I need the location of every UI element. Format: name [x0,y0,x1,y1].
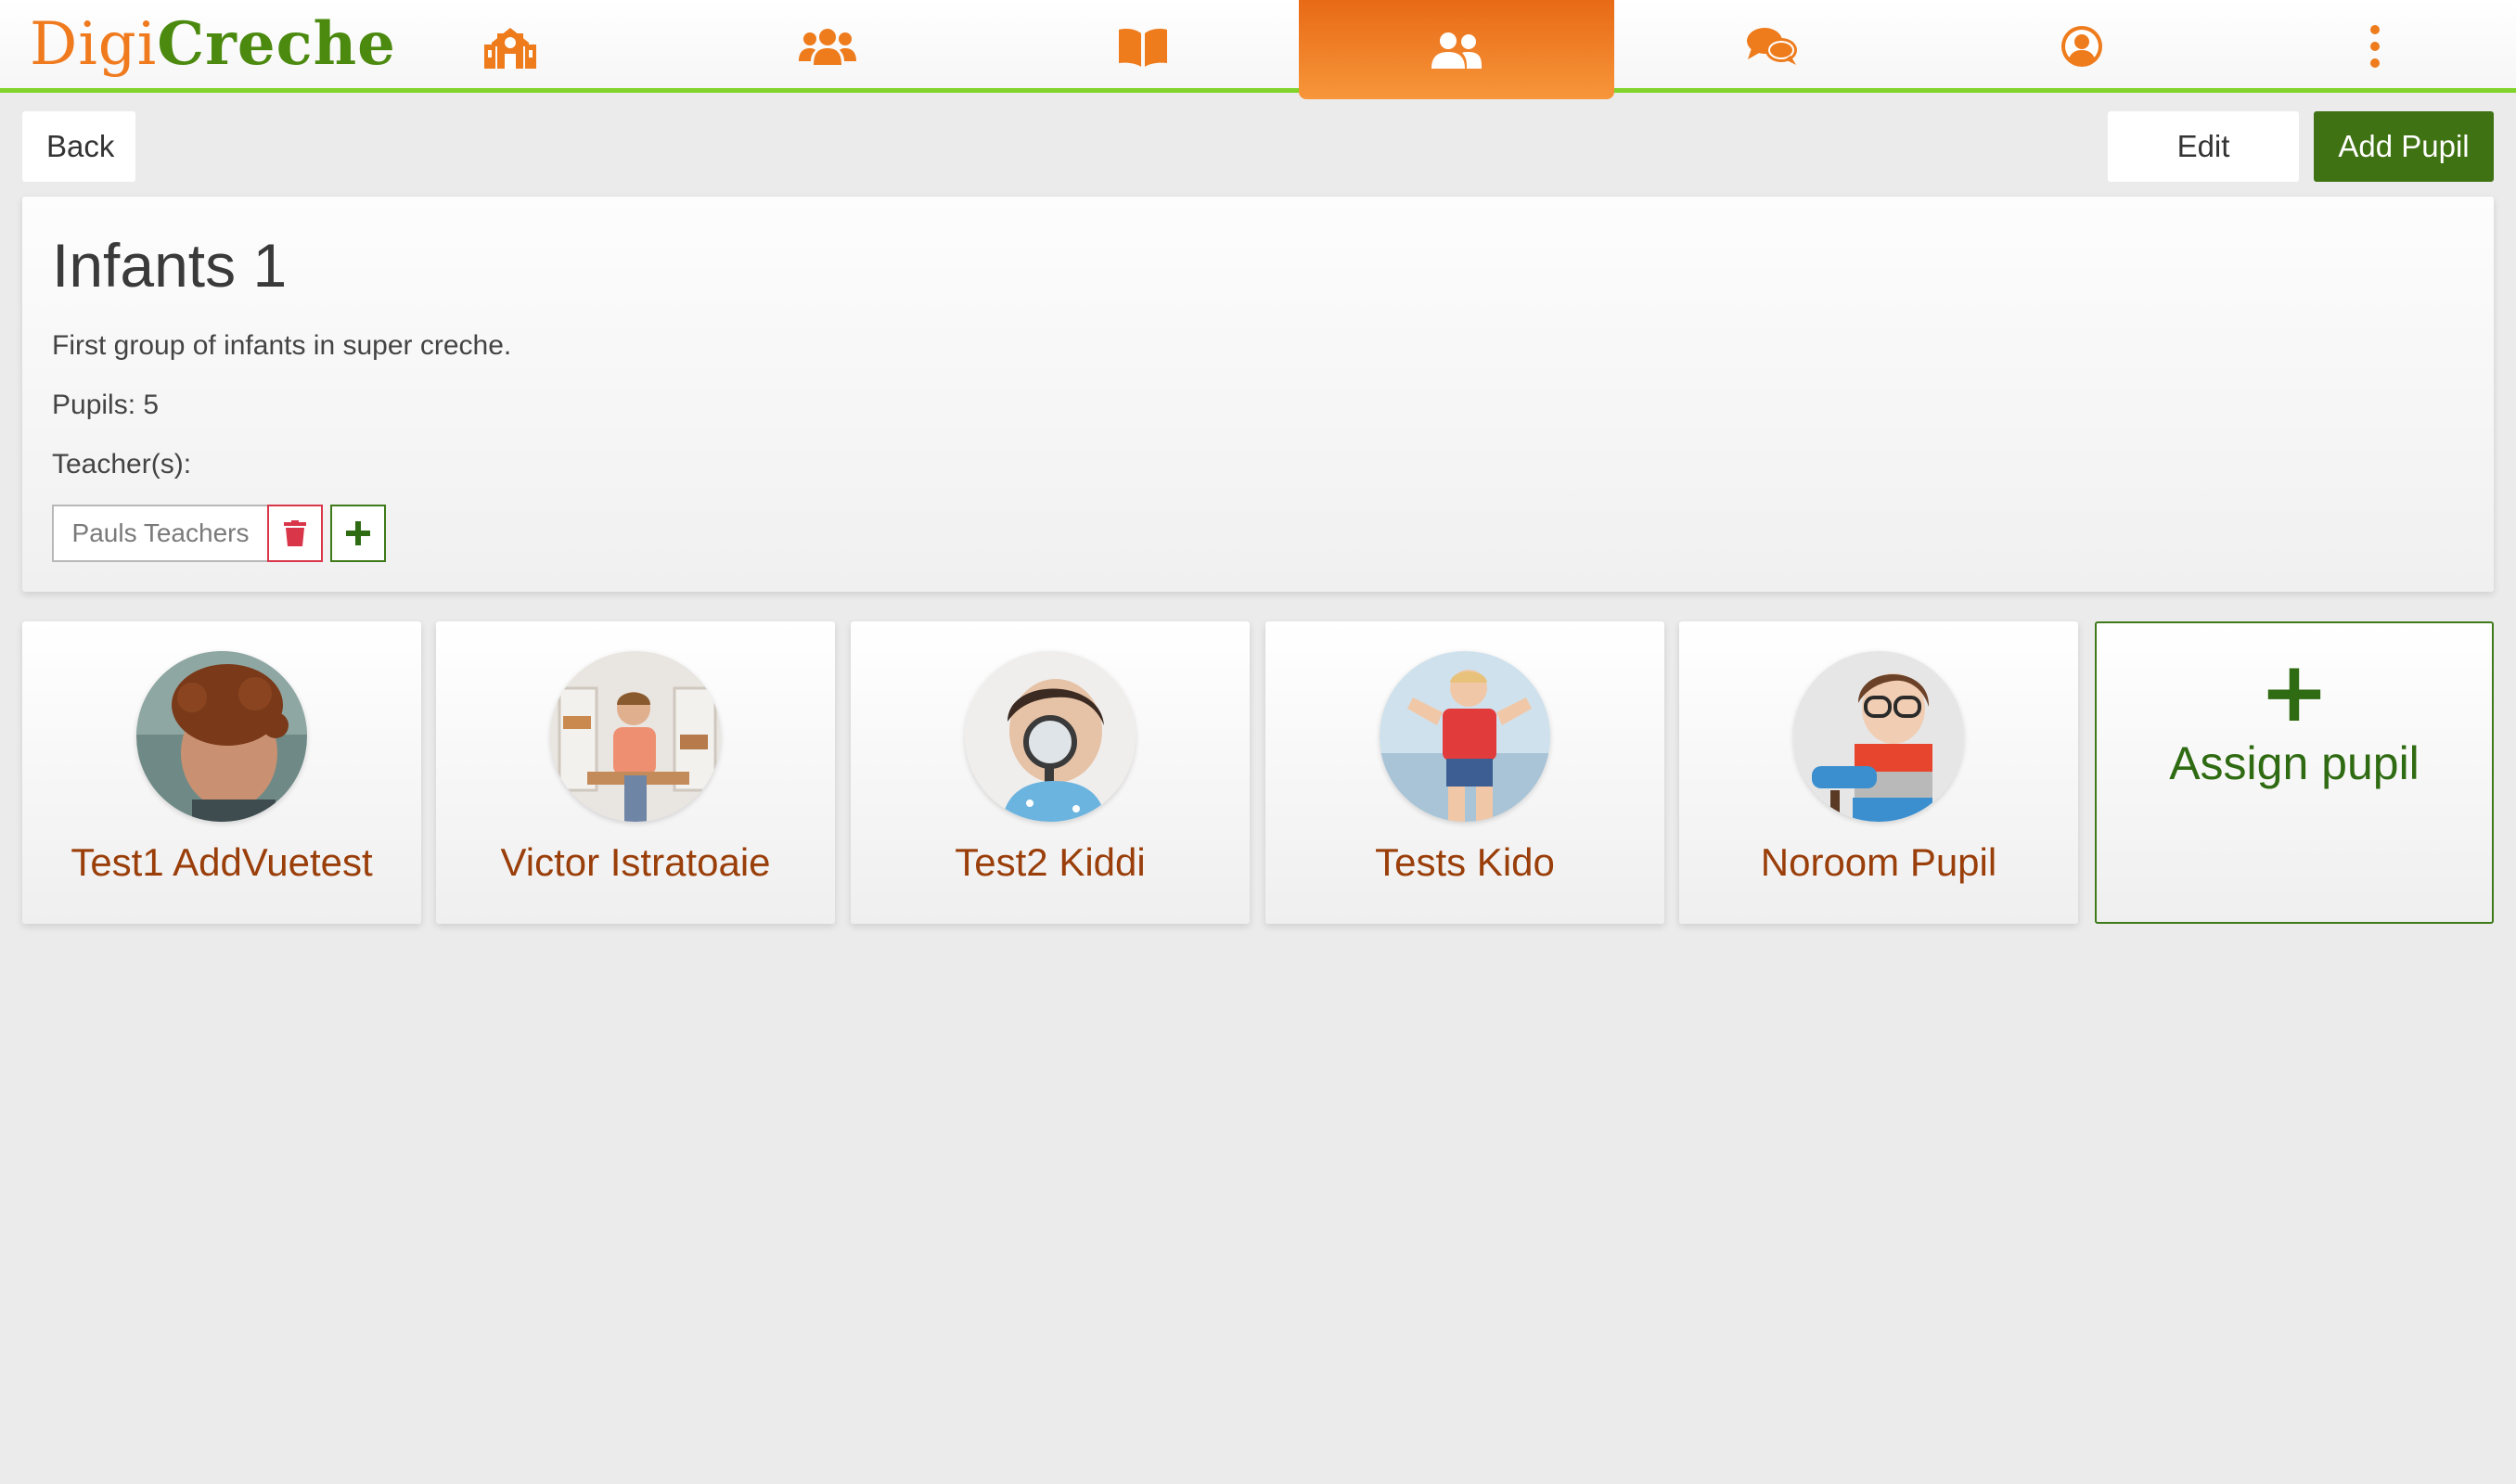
assign-pupil-label: Assign pupil [2169,737,2420,789]
pupil-card[interactable]: Test2 Kiddi [851,621,1250,924]
more-vertical-icon [2370,25,2380,68]
logo-digi: Digi [30,10,158,79]
user-circle-icon [2061,26,2102,67]
school-icon [484,28,536,69]
pupil-card[interactable]: Victor Istratoaie [436,621,835,924]
nav-tab-messages[interactable] [1614,0,1930,93]
users-group-icon [799,29,856,65]
pupil-avatar [1380,651,1550,822]
pupil-card[interactable]: Noroom Pupil [1679,621,2078,924]
room-description: First group of infants in super creche. [52,330,512,361]
nav-tab-learning[interactable] [985,0,1301,93]
edit-room-button[interactable]: Edit Room [2108,111,2299,234]
app-logo[interactable]: DigiCreche [30,7,396,82]
pupil-avatar [136,651,307,822]
pupil-name: Test1 AddVuetest [71,840,373,884]
top-nav-bar: DigiCreche [0,0,2516,99]
pupil-name: Tests Kido [1375,840,1555,884]
remove-teacher-button[interactable] [267,505,323,562]
back-button[interactable]: Back [22,111,135,182]
pupil-avatar [965,651,1136,822]
nav-tab-more[interactable] [2217,0,2516,93]
room-details-card: Infants 1 First group of infants in supe… [22,197,2494,592]
pupil-card[interactable]: Test1 AddVuetest [22,621,421,924]
plus-icon [346,521,370,545]
pupil-name: Victor Istratoaie [500,840,771,884]
add-pupil-button[interactable]: Add Pupil [2314,111,2494,182]
pupil-avatar [550,651,721,822]
book-open-icon [1119,29,1167,67]
trash-icon [284,520,306,546]
user-friends-icon [1431,32,1482,69]
pupil-name: Noroom Pupil [1760,840,1997,884]
add-teacher-button[interactable] [330,505,386,562]
teacher-list: Pauls Teachers [52,505,386,562]
plus-icon: + [2259,644,2330,741]
nav-tab-school[interactable] [353,0,668,93]
room-title: Infants 1 [52,231,288,300]
assign-pupil-card[interactable]: + Assign pupil [2095,621,2494,924]
nav-tab-profile[interactable] [1924,0,2240,93]
nav-tab-rooms[interactable] [1299,0,1614,99]
teachers-label: Teacher(s): [52,449,192,480]
room-pupil-count: Pupils: 5 [52,390,160,420]
comments-icon [1747,28,1797,65]
pupil-avatar [1793,651,1964,822]
pupil-name: Test2 Kiddi [955,840,1146,884]
pupil-card[interactable]: Tests Kido [1265,621,1664,924]
teacher-chip: Pauls Teachers [52,505,267,562]
nav-tab-users[interactable] [670,0,985,93]
